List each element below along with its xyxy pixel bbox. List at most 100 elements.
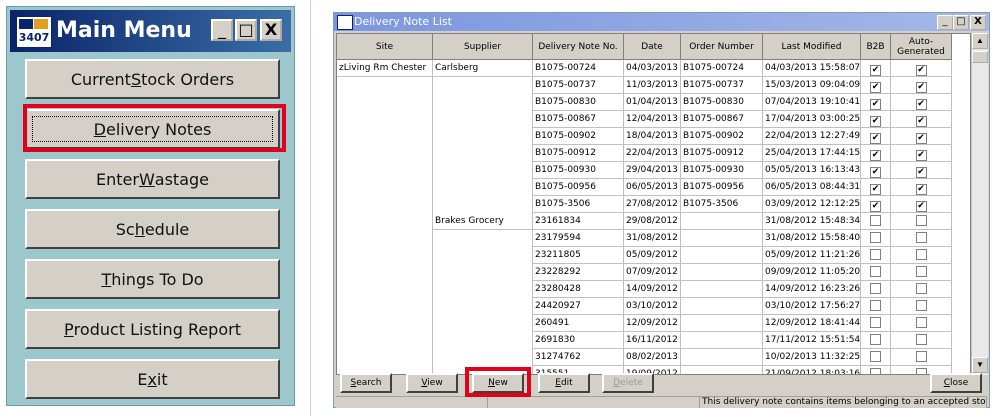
grid-cell-auto-checkbox[interactable]: ✔ — [891, 196, 952, 213]
grid-cell-auto-checkbox[interactable] — [891, 281, 952, 298]
grid-cell-dn[interactable]: B1075-00912 — [533, 145, 624, 162]
grid-cell-date[interactable]: 14/09/2012 — [624, 281, 681, 298]
grid-cell-supplier[interactable] — [433, 77, 533, 94]
checkbox-icon[interactable]: ✔ — [915, 116, 927, 127]
grid-cell-auto-checkbox[interactable] — [891, 349, 952, 366]
checkbox-icon[interactable]: ✔ — [915, 99, 927, 110]
grid-cell-modified[interactable]: 15/03/2013 09:04:09 — [763, 77, 861, 94]
checkbox-icon[interactable] — [915, 351, 927, 362]
grid-cell-auto-checkbox[interactable] — [891, 230, 952, 247]
grid-cell-date[interactable]: 12/04/2013 — [624, 111, 681, 128]
grid-cell-supplier[interactable] — [433, 332, 533, 349]
grid-cell-supplier[interactable] — [433, 196, 533, 213]
grid-cell-modified[interactable]: 22/04/2013 12:27:49 — [763, 128, 861, 145]
grid-cell-b2b-checkbox[interactable]: ✔ — [861, 196, 891, 213]
checkbox-icon[interactable]: ✔ — [870, 133, 881, 144]
grid-cell-b2b-checkbox[interactable]: ✔ — [861, 60, 891, 77]
grid-cell-dn[interactable]: B1075-00867 — [533, 111, 624, 128]
grid-cell-auto-checkbox[interactable]: ✔ — [891, 128, 952, 145]
grid-cell-modified[interactable]: 17/11/2012 15:51:54 — [763, 332, 861, 349]
grid-cell-date[interactable]: 05/09/2012 — [624, 247, 681, 264]
grid-cell-site[interactable] — [337, 247, 433, 264]
checkbox-icon[interactable]: ✔ — [870, 82, 881, 93]
grid-cell-dn[interactable]: 260491 — [533, 315, 624, 332]
checkbox-icon[interactable]: ✔ — [870, 65, 881, 76]
grid-cell-auto-checkbox[interactable] — [891, 298, 952, 315]
grid-cell-dn[interactable]: B1075-00930 — [533, 162, 624, 179]
grid-cell-supplier[interactable] — [433, 111, 533, 128]
grid-cell-date[interactable]: 04/03/2013 — [624, 60, 681, 77]
grid-cell-auto-checkbox[interactable] — [891, 247, 952, 264]
grid-cell-b2b-checkbox[interactable]: ✔ — [861, 128, 891, 145]
checkbox-icon[interactable] — [870, 368, 881, 374]
grid-cell-dn[interactable]: B1075-00956 — [533, 179, 624, 196]
checkbox-icon[interactable]: ✔ — [915, 133, 927, 144]
grid-cell-order[interactable] — [681, 298, 763, 315]
grid-cell-supplier[interactable] — [433, 94, 533, 111]
grid-cell-dn[interactable]: 23179594 — [533, 230, 624, 247]
grid-cell-supplier[interactable]: Carlsberg — [433, 60, 533, 77]
grid-cell-site[interactable] — [337, 145, 433, 162]
checkbox-icon[interactable]: ✔ — [870, 116, 881, 127]
checkbox-icon[interactable]: ✔ — [915, 82, 927, 93]
grid-cell-b2b-checkbox[interactable] — [861, 332, 891, 349]
checkbox-icon[interactable]: ✔ — [870, 150, 881, 161]
col-header-date[interactable]: Date — [624, 34, 681, 60]
grid-cell-auto-checkbox[interactable] — [891, 213, 952, 230]
grid-cell-dn[interactable]: 24420927 — [533, 298, 624, 315]
close-button[interactable]: X — [260, 19, 282, 41]
checkbox-icon[interactable]: ✔ — [915, 65, 927, 76]
grid-cell-modified[interactable]: 07/04/2013 19:10:41 — [763, 94, 861, 111]
grid-cell-order[interactable] — [681, 230, 763, 247]
col-header-supplier[interactable]: Supplier — [433, 34, 533, 60]
grid-cell-b2b-checkbox[interactable]: ✔ — [861, 179, 891, 196]
grid-cell-b2b-checkbox[interactable] — [861, 366, 891, 374]
exit-button[interactable]: Ex it — [25, 359, 280, 399]
grid-cell-auto-checkbox[interactable]: ✔ — [891, 111, 952, 128]
grid-cell-b2b-checkbox[interactable] — [861, 298, 891, 315]
grid-cell-supplier[interactable] — [433, 128, 533, 145]
grid-cell-modified[interactable]: 14/09/2012 16:23:26 — [763, 281, 861, 298]
grid-cell-b2b-checkbox[interactable] — [861, 230, 891, 247]
grid-cell-modified[interactable]: 17/04/2013 03:00:25 — [763, 111, 861, 128]
grid-cell-date[interactable]: 22/04/2013 — [624, 145, 681, 162]
grid-cell-site[interactable] — [337, 315, 433, 332]
grid-cell-modified[interactable]: 21/09/2012 18:03:16 — [763, 366, 861, 374]
grid-cell-auto-checkbox[interactable]: ✔ — [891, 60, 952, 77]
col-header-b2b[interactable]: B2B — [861, 34, 891, 60]
checkbox-icon[interactable] — [915, 266, 927, 277]
grid-cell-site[interactable] — [337, 349, 433, 366]
grid-cell-modified[interactable]: 12/09/2012 18:41:44 — [763, 315, 861, 332]
grid-cell-order[interactable]: B1075-00956 — [681, 179, 763, 196]
maximize-button[interactable]: □ — [235, 19, 257, 41]
grid-cell-site[interactable] — [337, 111, 433, 128]
grid-cell-b2b-checkbox[interactable]: ✔ — [861, 111, 891, 128]
grid-cell-b2b-checkbox[interactable] — [861, 281, 891, 298]
checkbox-icon[interactable] — [870, 215, 881, 226]
grid-cell-dn[interactable]: 23161834 — [533, 213, 624, 230]
grid-cell-date[interactable]: 01/04/2013 — [624, 94, 681, 111]
grid-cell-order[interactable] — [681, 264, 763, 281]
grid-cell-supplier[interactable] — [433, 247, 533, 264]
things-to-do-button[interactable]: Things To Do — [25, 259, 280, 299]
search-button[interactable]: Search — [340, 373, 392, 393]
checkbox-icon[interactable]: ✔ — [915, 184, 927, 195]
grid-cell-dn[interactable]: 31274762 — [533, 349, 624, 366]
grid-cell-site[interactable] — [337, 128, 433, 145]
grid-cell-dn[interactable]: 23228292 — [533, 264, 624, 281]
grid-cell-dn[interactable]: B1075-00902 — [533, 128, 624, 145]
grid-cell-dn[interactable]: B1075-3506 — [533, 196, 624, 213]
grid-cell-supplier[interactable] — [433, 179, 533, 196]
grid-cell-b2b-checkbox[interactable]: ✔ — [861, 145, 891, 162]
grid-cell-auto-checkbox[interactable]: ✔ — [891, 162, 952, 179]
checkbox-icon[interactable] — [915, 300, 927, 311]
grid-cell-date[interactable]: 29/08/2012 — [624, 213, 681, 230]
col-header-order-number[interactable]: Order Number — [681, 34, 763, 60]
checkbox-icon[interactable] — [870, 351, 881, 362]
grid-cell-supplier[interactable]: Brakes Grocery — [433, 213, 533, 230]
close-list-button[interactable]: Close — [930, 373, 982, 393]
grid-cell-auto-checkbox[interactable]: ✔ — [891, 145, 952, 162]
col-header-auto-generated[interactable]: Auto-Generated — [891, 34, 952, 60]
checkbox-icon[interactable] — [915, 232, 927, 243]
edit-button[interactable]: Edit — [538, 373, 590, 393]
